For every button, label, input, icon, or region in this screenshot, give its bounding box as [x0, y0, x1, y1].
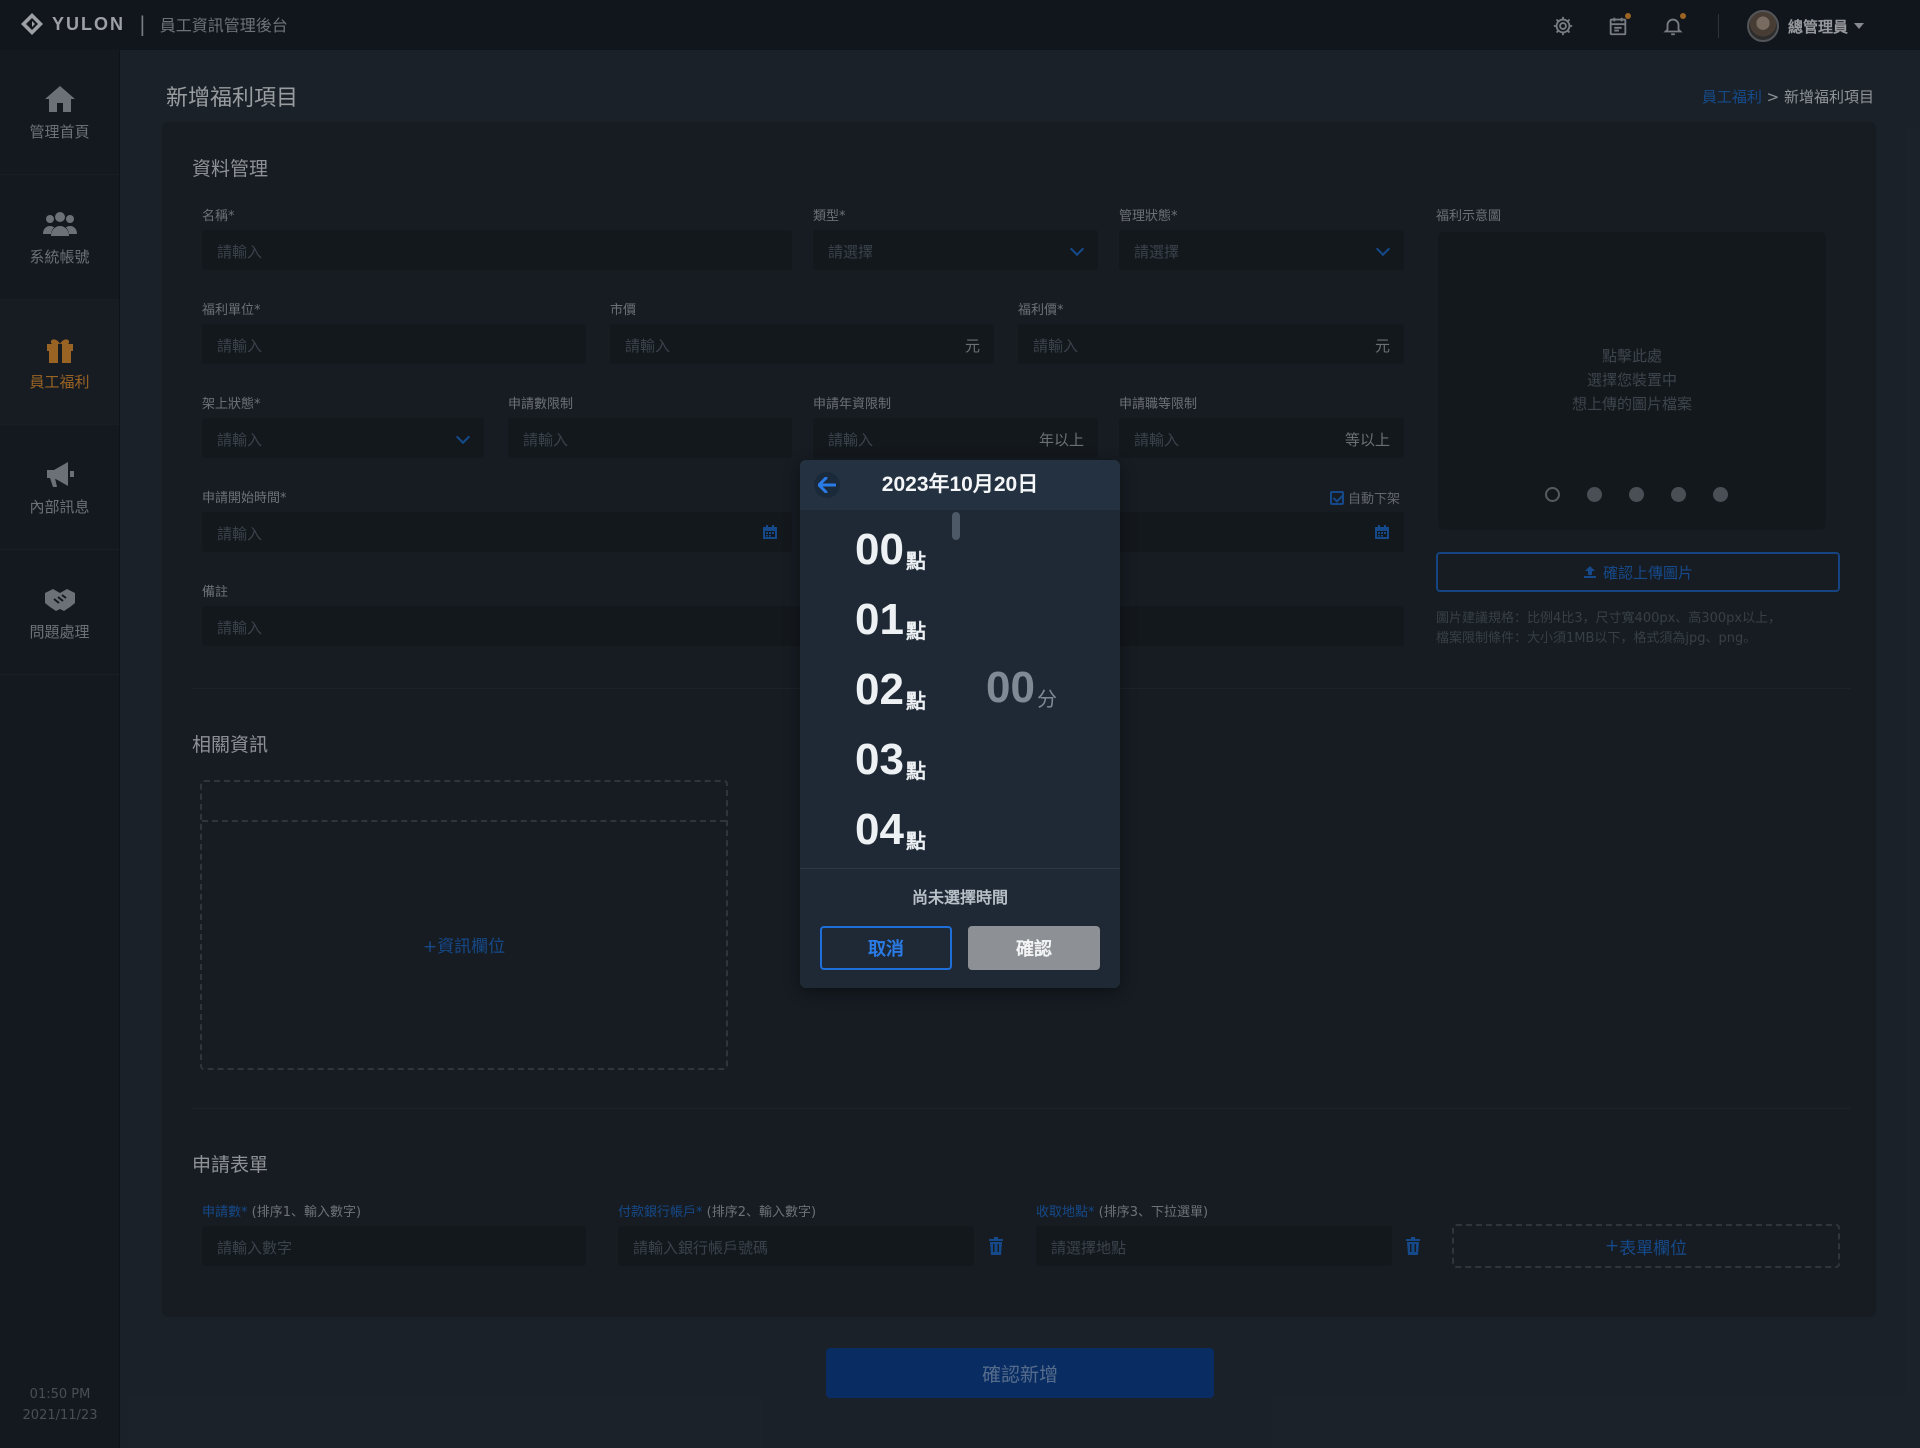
minute-unit: 分 [1036, 687, 1057, 711]
time-picker-dialog: 2023年10月20日 00 點 01 點 02 點 03 點 04 點 00 分 尚未選擇… [800, 460, 1120, 988]
cancel-button[interactable]: 取消 [820, 926, 952, 970]
hour-value: 03 [855, 735, 904, 784]
arrow-left-icon [818, 477, 836, 493]
hour-value: 01 [855, 595, 904, 644]
hour-option[interactable]: 03 點 [855, 735, 926, 784]
back-button[interactable] [814, 472, 840, 498]
hour-unit: 點 [905, 759, 926, 783]
minute-value: 00 [986, 663, 1035, 712]
hour-value: 04 [855, 805, 904, 854]
hour-unit: 點 [905, 619, 926, 643]
hour-option[interactable]: 02 點 [855, 665, 926, 714]
hour-scrollbar[interactable] [952, 512, 960, 540]
hour-value: 02 [855, 665, 904, 714]
hour-unit: 點 [905, 549, 926, 573]
hour-value: 00 [855, 525, 904, 574]
minute-option[interactable]: 00 分 [986, 663, 1057, 712]
hour-option[interactable]: 00 點 [855, 525, 926, 574]
hour-option[interactable]: 04 點 [855, 805, 926, 854]
picker-status: 尚未選擇時間 [911, 888, 1008, 907]
confirm-button[interactable]: 確認 [968, 926, 1100, 970]
hour-unit: 點 [905, 829, 926, 853]
picker-divider [800, 868, 1120, 869]
hour-option[interactable]: 01 點 [855, 595, 926, 644]
picker-date-title: 2023年10月20日 [881, 473, 1039, 496]
time-picker-header: 2023年10月20日 [800, 460, 1120, 510]
hour-unit: 點 [905, 689, 926, 713]
